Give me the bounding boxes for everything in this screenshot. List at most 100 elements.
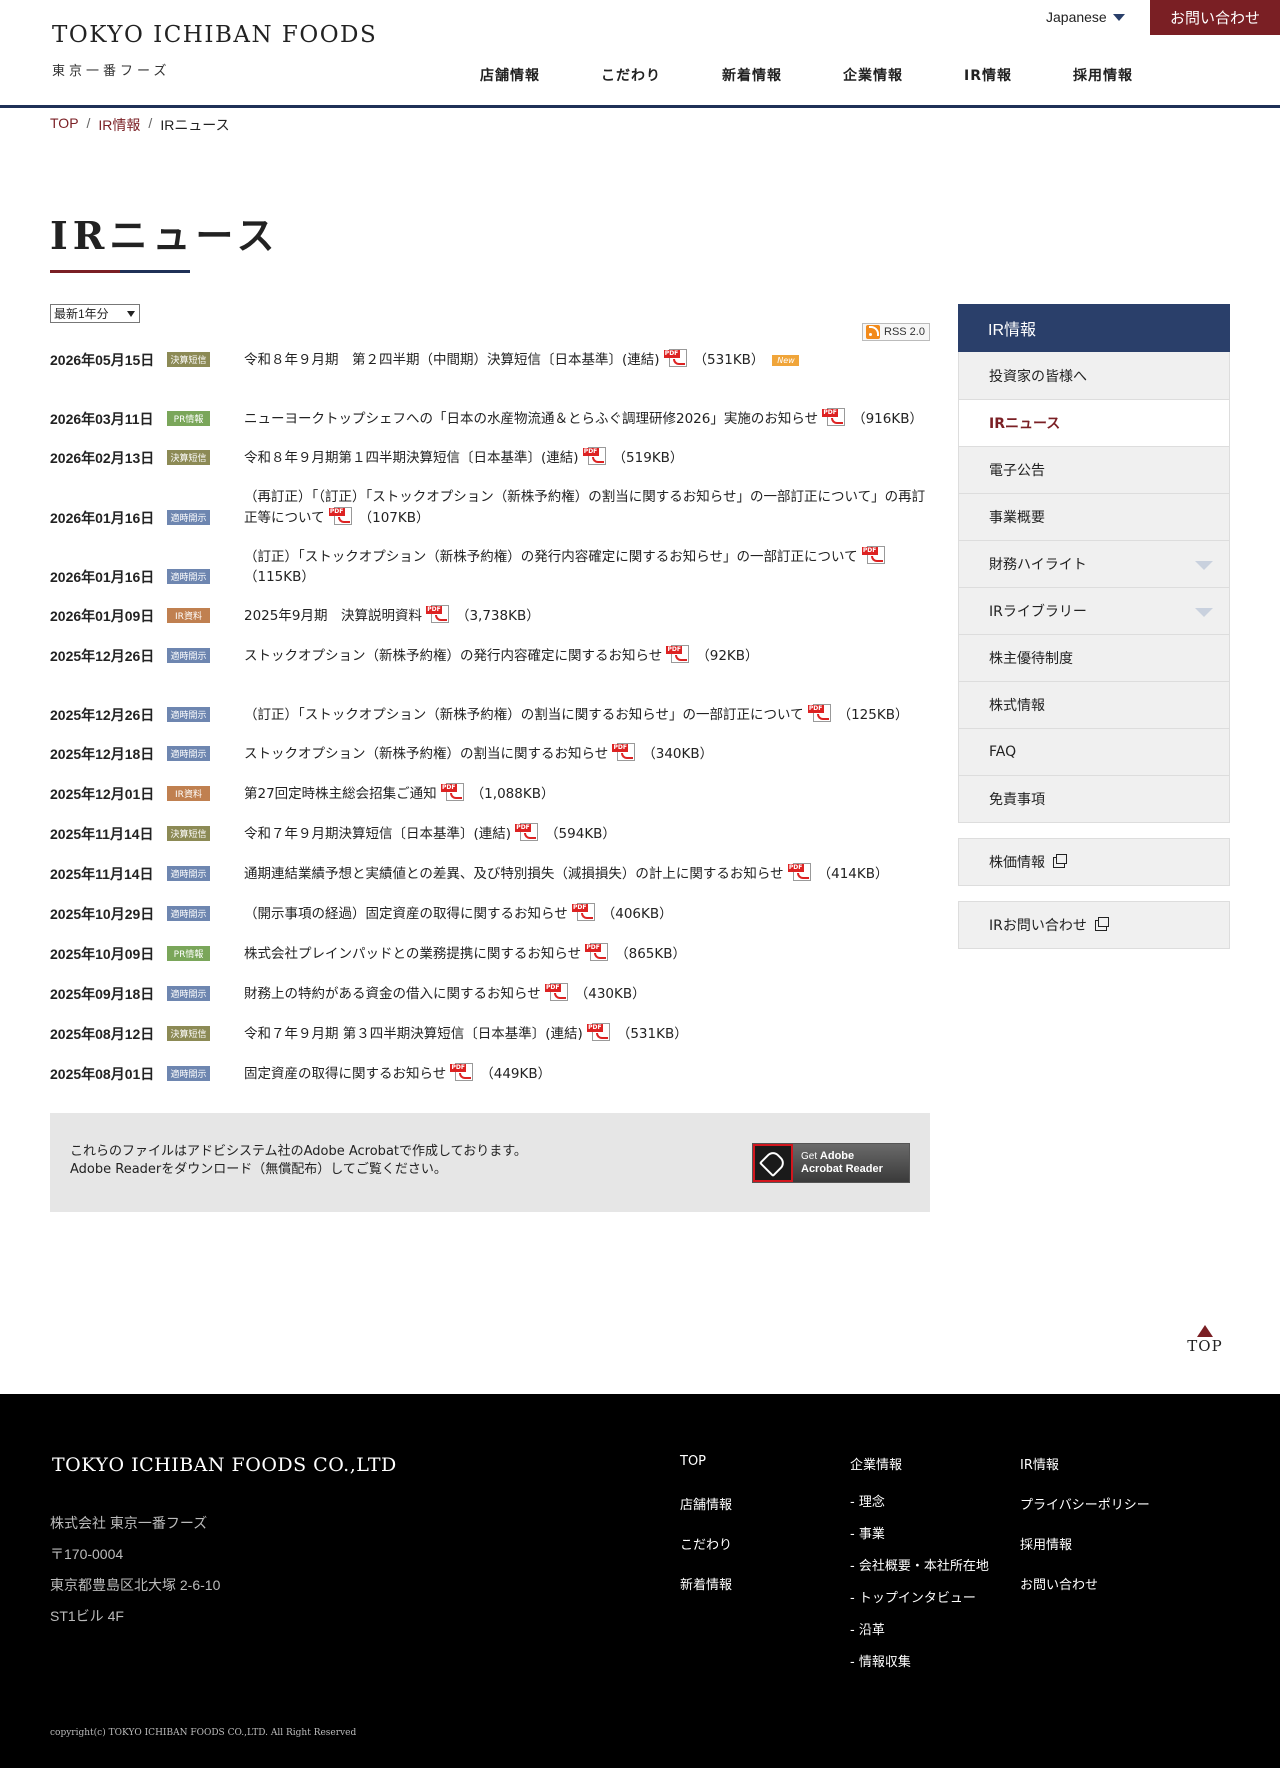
contact-button[interactable]: お問い合わせ xyxy=(1150,0,1280,35)
file-size: （107KB） xyxy=(358,510,430,526)
news-row: 2026年01月16日 適時開示 （再訂正）「（訂正）「ストックオプション（新株予約… xyxy=(50,468,930,528)
pdf-icon[interactable]: PDF xyxy=(450,1063,476,1081)
footer-postal-code: 〒170-0004 xyxy=(50,1546,124,1562)
breadcrumb-current: IRニュース xyxy=(160,117,230,133)
sidebar-item[interactable]: 投資家の皆様へ xyxy=(959,352,1229,399)
news-link[interactable]: ストックオプション（新株予約権）の発行内容確定に関するお知らせ xyxy=(244,648,662,664)
title-underline-red xyxy=(50,270,120,273)
adobe-product-label: Acrobat Reader xyxy=(801,1163,883,1175)
footer-link-overview[interactable]: - 会社概要・本社所在地 xyxy=(850,1555,989,1574)
news-link[interactable]: 令和８年９月期 第２四半期（中間期）決算短信〔日本基準〕(連結) xyxy=(244,352,660,368)
nav-news[interactable]: 新着情報 xyxy=(722,65,782,85)
adobe-notice-text: これらのファイルはアドビシステム社のAdobe Acrobatで作成しております… xyxy=(70,1143,527,1179)
category-badge: 決算短信 xyxy=(167,450,210,465)
sidebar-item-label: 投資家の皆様へ xyxy=(989,368,1087,385)
news-date: 2025年12月26日 xyxy=(50,648,155,664)
sidebar-item[interactable]: 事業概要 xyxy=(959,493,1229,540)
footer-link-philosophy[interactable]: - 理念 xyxy=(850,1491,885,1510)
sidebar-item-label: 財務ハイライト xyxy=(989,557,1087,573)
nav-stores[interactable]: 店舗情報 xyxy=(480,65,540,85)
news-row: 2025年08月01日 適時開示 固定資産の取得に関するお知らせ PDF （449KB） xyxy=(50,1024,930,1084)
footer-link-ir[interactable]: IR情報 xyxy=(1020,1454,1059,1473)
ir-contact-link[interactable]: IRお問い合わせ xyxy=(958,901,1230,949)
category-badge: 適時開示 xyxy=(167,1066,210,1081)
external-link-icon xyxy=(1053,853,1067,868)
sidebar-item[interactable]: 免責事項 xyxy=(959,775,1229,822)
footer-link-interview[interactable]: - トップインタビュー xyxy=(850,1587,976,1606)
nav-kodawari[interactable]: こだわり xyxy=(601,65,661,85)
breadcrumb-ir[interactable]: IR情報 xyxy=(98,115,140,135)
footer-link-history[interactable]: - 沿革 xyxy=(850,1619,885,1638)
sidebar-item-label: 事業概要 xyxy=(989,510,1045,526)
file-size: （519KB） xyxy=(612,450,684,466)
footer-link-recruit[interactable]: 採用情報 xyxy=(1020,1534,1072,1553)
footer-link-news[interactable]: 新着情報 xyxy=(680,1574,732,1593)
new-badge: New xyxy=(772,355,800,366)
sidebar-item[interactable]: 株式情報 xyxy=(959,681,1229,728)
pdf-icon[interactable]: PDF xyxy=(663,349,690,367)
sidebar-item-label: 免責事項 xyxy=(989,792,1045,808)
footer-link-privacy[interactable]: プライバシーポリシー xyxy=(1020,1494,1150,1513)
file-size: （531KB） xyxy=(693,352,765,368)
language-selector[interactable]: Japanese xyxy=(1046,9,1125,25)
file-size: （449KB） xyxy=(480,1066,552,1082)
news-link[interactable]: 令和８年９月期第１四半期決算短信〔日本基準〕(連結) xyxy=(244,450,579,466)
site-header: TOKYO ICHIBAN FOODS 東京一番フーズ Japanese お問い… xyxy=(0,0,1280,108)
footer-link-contact[interactable]: お問い合わせ xyxy=(1020,1574,1098,1593)
expand-triangle-icon[interactable] xyxy=(1195,561,1213,570)
stock-info-label: 株価情報 xyxy=(989,855,1045,871)
adobe-notice-line1: これらのファイルはアドビシステム社のAdobe Acrobatで作成しております… xyxy=(70,1144,527,1159)
news-date: 2025年08月01日 xyxy=(50,1066,155,1082)
pdf-icon[interactable]: PDF xyxy=(582,447,609,465)
site-logo-jp[interactable]: 東京一番フーズ xyxy=(52,60,170,79)
nav-recruit[interactable]: 採用情報 xyxy=(1073,65,1133,85)
footer-logo[interactable]: TOKYO ICHIBAN FOODS CO.,LTD xyxy=(52,1454,397,1476)
get-adobe-reader-button[interactable]: Get Adobe Acrobat Reader xyxy=(752,1143,910,1183)
news-date: 2026年01月16日 xyxy=(50,510,155,526)
sidebar-menu: 投資家の皆様へ IRニュース 電子公告事業概要財務ハイライト IRライブラリー 株主優待… xyxy=(958,352,1230,823)
sidebar-item[interactable]: IRライブラリー xyxy=(959,587,1229,634)
footer-link-top[interactable]: TOP xyxy=(680,1454,706,1469)
sidebar-item[interactable]: 電子公告 xyxy=(959,446,1229,493)
sidebar-item-label: 株主優待制度 xyxy=(989,651,1073,667)
sidebar-heading[interactable]: IR情報 xyxy=(958,304,1230,352)
sidebar-item[interactable]: FAQ xyxy=(959,728,1229,775)
sidebar-item[interactable]: IRニュース xyxy=(959,399,1229,446)
nav-company[interactable]: 企業情報 xyxy=(843,65,903,85)
category-badge: 適時開示 xyxy=(167,510,210,525)
site-footer: TOKYO ICHIBAN FOODS CO.,LTD 株式会社 東京一番フーズ… xyxy=(0,1394,1280,1768)
sidebar-item-label: IRライブラリー xyxy=(989,604,1087,620)
news-row: 2026年05月15日 決算短信 令和８年９月期 第２四半期（中間期）決算短信〔日本… xyxy=(50,310,930,370)
nav-ir[interactable]: IR情報 xyxy=(964,65,1012,85)
stock-info-link[interactable]: 株価情報 xyxy=(958,838,1230,886)
category-badge: 決算短信 xyxy=(167,352,210,367)
external-link-icon xyxy=(1094,916,1109,931)
footer-link-stores[interactable]: 店舗情報 xyxy=(680,1494,732,1513)
footer-link-info[interactable]: - 情報収集 xyxy=(850,1651,911,1670)
footer-link-business[interactable]: - 事業 xyxy=(850,1523,885,1542)
pdf-icon[interactable]: PDF xyxy=(666,645,692,663)
pdf-icon[interactable]: PDF xyxy=(861,546,888,564)
expand-triangle-icon[interactable] xyxy=(1195,608,1213,617)
news-row: 2025年12月26日 適時開示 ストックオプション（新株予約権）の発行内容確定に関… xyxy=(50,606,930,666)
footer-address: 株式会社 東京一番フーズ 〒170-0004 東京都豊島区北大塚 2-6-10 … xyxy=(50,1508,220,1632)
sidebar-item[interactable]: 株主優待制度 xyxy=(959,634,1229,681)
news-link[interactable]: （訂正）「ストックオプション（新株予約権）の発行内容確定に関するお知らせ」の一部… xyxy=(244,549,858,565)
breadcrumb-top[interactable]: TOP xyxy=(50,115,79,135)
news-item-text: ストックオプション（新株予約権）の発行内容確定に関するお知らせ PDF （92KB） xyxy=(244,645,934,666)
site-logo[interactable]: TOKYO ICHIBAN FOODS xyxy=(52,22,377,48)
sidebar-item[interactable]: 財務ハイライト xyxy=(959,540,1229,587)
footer-building: ST1ビル 4F xyxy=(50,1608,124,1624)
footer-link-kodawari[interactable]: こだわり xyxy=(680,1534,732,1553)
back-to-top-button[interactable]: TOP xyxy=(1184,1325,1226,1355)
news-date: 2026年02月13日 xyxy=(50,450,155,466)
news-link[interactable]: 固定資産の取得に関するお知らせ xyxy=(244,1066,446,1082)
news-item-text: 令和８年９月期 第２四半期（中間期）決算短信〔日本基準〕(連結) PDF （531K… xyxy=(244,349,934,370)
adobe-button-text: Get Adobe Acrobat Reader xyxy=(801,1150,883,1176)
news-date: 2026年05月15日 xyxy=(50,352,155,368)
pdf-icon[interactable]: PDF xyxy=(328,507,355,525)
page-title: IRニュース xyxy=(50,213,280,258)
adobe-brand-label: Adobe xyxy=(819,1150,855,1162)
sidebar-item-label: 株式情報 xyxy=(989,698,1045,714)
footer-link-company[interactable]: 企業情報 xyxy=(850,1454,902,1473)
